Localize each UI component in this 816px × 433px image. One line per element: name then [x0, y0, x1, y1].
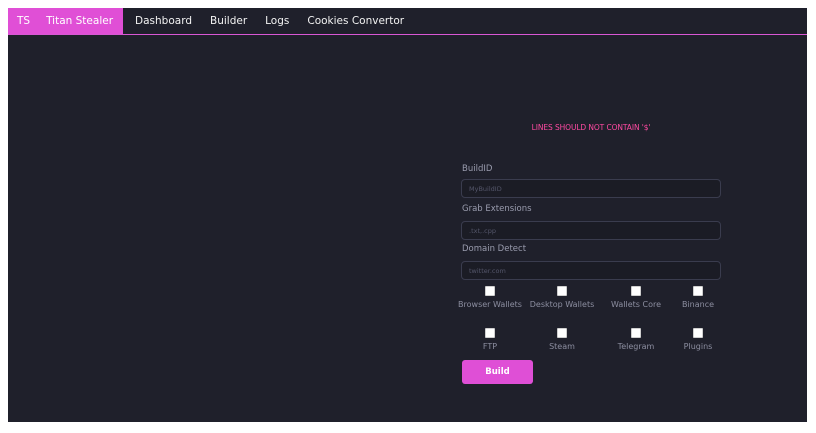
steam-checkbox[interactable] — [557, 328, 567, 338]
wallets-core-label: Wallets Core — [610, 300, 662, 309]
browser-wallets-checkbox[interactable] — [485, 286, 495, 296]
nav-brand-block: TS Titan Stealer — [8, 8, 124, 34]
wallets-core-checkbox[interactable] — [631, 286, 641, 296]
app-frame: TS Titan Stealer Dashboard Builder Logs … — [8, 8, 807, 422]
option-telegram: Telegram — [601, 328, 671, 353]
grab-extensions-label: Grab Extensions — [462, 204, 532, 214]
grab-extensions-input[interactable] — [461, 221, 721, 240]
binance-checkbox[interactable] — [693, 286, 703, 296]
ftp-checkbox[interactable] — [485, 328, 495, 338]
steam-label: Steam — [549, 342, 575, 351]
option-desktop-wallets: Desktop Wallets — [527, 286, 597, 311]
nav-link-logs[interactable]: Logs — [265, 15, 289, 27]
desktop-wallets-label: Desktop Wallets — [529, 300, 595, 309]
domain-detect-label: Domain Detect — [462, 244, 527, 254]
nav-title[interactable]: Titan Stealer — [38, 15, 123, 27]
browser-wallets-label: Browser Wallets — [458, 300, 522, 309]
build-id-input[interactable] — [461, 179, 721, 198]
nav-link-cookies-convertor[interactable]: Cookies Convertor — [307, 15, 404, 27]
brand-logo[interactable]: TS — [8, 15, 38, 27]
desktop-wallets-checkbox[interactable] — [557, 286, 567, 296]
option-ftp: FTP — [455, 328, 525, 353]
nav-link-dashboard[interactable]: Dashboard — [135, 15, 192, 27]
plugins-checkbox[interactable] — [693, 328, 703, 338]
ftp-label: FTP — [482, 342, 498, 351]
option-plugins: Plugins — [663, 328, 733, 353]
telegram-checkbox[interactable] — [631, 328, 641, 338]
build-button[interactable]: Build — [462, 360, 533, 384]
top-navbar: TS Titan Stealer Dashboard Builder Logs … — [8, 8, 807, 35]
domain-detect-input[interactable] — [461, 261, 721, 280]
option-wallets-core: Wallets Core — [601, 286, 671, 311]
option-browser-wallets: Browser Wallets — [455, 286, 525, 311]
option-steam: Steam — [527, 328, 597, 353]
option-binance: Binance — [663, 286, 733, 311]
plugins-label: Plugins — [683, 342, 713, 351]
telegram-label: Telegram — [617, 342, 655, 351]
warning-message: LINES SHOULD NOT CONTAIN '$' — [531, 123, 651, 132]
binance-label: Binance — [681, 300, 715, 309]
build-id-label: BuildID — [462, 164, 493, 174]
nav-link-builder[interactable]: Builder — [210, 15, 247, 27]
